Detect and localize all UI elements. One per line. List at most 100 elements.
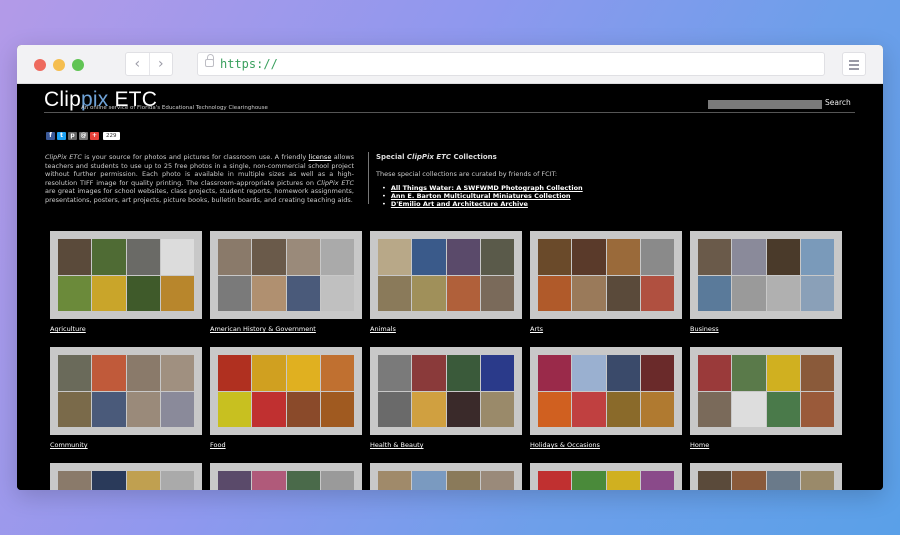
thumbnail-photo bbox=[218, 355, 252, 391]
category-tile[interactable]: Holidays & Occasions bbox=[530, 347, 682, 449]
category-thumbnail[interactable] bbox=[530, 347, 682, 435]
print-icon[interactable]: p bbox=[68, 132, 77, 140]
special-link-item[interactable]: Ann E. Barton Multicultural Miniatures C… bbox=[382, 192, 676, 200]
close-window-button[interactable] bbox=[34, 59, 46, 71]
category-tile[interactable] bbox=[370, 463, 522, 490]
category-tile[interactable]: Arts bbox=[530, 231, 682, 333]
thumbnail-photo bbox=[606, 239, 640, 275]
category-link[interactable]: Health & Beauty bbox=[370, 441, 522, 449]
twitter-icon[interactable]: t bbox=[57, 132, 66, 140]
thumbnail-photo bbox=[412, 355, 446, 391]
thumbnail-photo bbox=[92, 391, 126, 427]
thumbnail-photo bbox=[698, 355, 732, 391]
category-thumbnail[interactable] bbox=[210, 231, 362, 319]
category-link[interactable]: American History & Government bbox=[210, 325, 362, 333]
search-button[interactable]: Search bbox=[825, 98, 851, 107]
special-heading-post: Collections bbox=[451, 153, 497, 161]
category-link[interactable]: Business bbox=[690, 325, 842, 333]
category-tile[interactable] bbox=[530, 463, 682, 490]
category-tile[interactable]: American History & Government bbox=[210, 231, 362, 333]
facebook-icon[interactable]: f bbox=[46, 132, 55, 140]
thumbnail-photo bbox=[252, 275, 286, 311]
plus-share-icon[interactable]: + bbox=[90, 132, 99, 140]
category-thumbnail[interactable] bbox=[690, 463, 842, 490]
thumbnail-photo bbox=[446, 239, 480, 275]
nav-buttons: ‹ › bbox=[125, 52, 173, 76]
category-thumbnail[interactable] bbox=[370, 347, 522, 435]
email-icon[interactable]: @ bbox=[79, 132, 88, 140]
intro-brand: ClipPix ETC bbox=[45, 153, 82, 161]
special-link-barton[interactable]: Ann E. Barton Multicultural Miniatures C… bbox=[391, 192, 571, 200]
thumbnail-photo bbox=[58, 275, 92, 311]
license-link[interactable]: license bbox=[309, 153, 332, 161]
category-tile[interactable]: Agriculture bbox=[50, 231, 202, 333]
category-thumbnail[interactable] bbox=[50, 463, 202, 490]
thumbnail-photo bbox=[446, 355, 480, 391]
thumbnail-photo bbox=[800, 391, 834, 427]
category-link[interactable]: Arts bbox=[530, 325, 682, 333]
search-input[interactable] bbox=[708, 100, 822, 109]
category-link[interactable]: Agriculture bbox=[50, 325, 202, 333]
thumbnail-photo bbox=[218, 275, 252, 311]
thumbnail-photo bbox=[766, 239, 800, 275]
category-thumbnail[interactable] bbox=[530, 463, 682, 490]
category-link[interactable]: Home bbox=[690, 441, 842, 449]
category-thumbnail[interactable] bbox=[50, 231, 202, 319]
thumbnail-photo bbox=[92, 471, 126, 490]
thumbnail-photo bbox=[160, 471, 194, 490]
special-collections: Special ClipPix ETC Collections These sp… bbox=[376, 153, 676, 208]
thumbnail-photo bbox=[732, 239, 766, 275]
address-bar[interactable]: https:// bbox=[197, 52, 825, 76]
category-thumbnail[interactable] bbox=[50, 347, 202, 435]
category-thumbnail[interactable] bbox=[690, 231, 842, 319]
chevron-right-icon[interactable]: › bbox=[150, 53, 173, 75]
thumbnail-photo bbox=[698, 275, 732, 311]
category-tile[interactable]: Food bbox=[210, 347, 362, 449]
thumbnail-photo bbox=[252, 355, 286, 391]
chevron-left-icon[interactable]: ‹ bbox=[126, 53, 150, 75]
maximize-window-button[interactable] bbox=[72, 59, 84, 71]
category-thumbnail[interactable] bbox=[370, 231, 522, 319]
category-thumbnail[interactable] bbox=[210, 347, 362, 435]
category-tile[interactable]: Business bbox=[690, 231, 842, 333]
thumbnail-photo bbox=[252, 239, 286, 275]
category-tile[interactable]: Home bbox=[690, 347, 842, 449]
category-thumbnail[interactable] bbox=[210, 463, 362, 490]
special-heading-pre: Special bbox=[376, 153, 407, 161]
category-link[interactable]: Food bbox=[210, 441, 362, 449]
thumbnail-photo bbox=[378, 355, 412, 391]
browser-menu-button[interactable] bbox=[842, 52, 866, 76]
category-link[interactable]: Animals bbox=[370, 325, 522, 333]
special-link-water[interactable]: All Things Water: A SWFWMD Photograph Co… bbox=[391, 184, 583, 192]
thumbnail-photo bbox=[698, 471, 732, 490]
category-thumbnail[interactable] bbox=[370, 463, 522, 490]
special-link-item[interactable]: D'Emilio Art and Architecture Archive bbox=[382, 200, 676, 208]
thumbnail-photo bbox=[160, 355, 194, 391]
thumbnail-photo bbox=[572, 239, 606, 275]
special-link-demilio[interactable]: D'Emilio Art and Architecture Archive bbox=[391, 200, 528, 208]
category-tile[interactable] bbox=[690, 463, 842, 490]
category-link[interactable]: Community bbox=[50, 441, 202, 449]
thumbnail-photo bbox=[320, 239, 354, 275]
special-link-item[interactable]: All Things Water: A SWFWMD Photograph Co… bbox=[382, 184, 676, 192]
category-tile[interactable]: Animals bbox=[370, 231, 522, 333]
thumbnail-photo bbox=[320, 355, 354, 391]
category-tile[interactable]: Community bbox=[50, 347, 202, 449]
thumbnail-photo bbox=[126, 239, 160, 275]
category-tile[interactable] bbox=[210, 463, 362, 490]
category-tile[interactable]: Health & Beauty bbox=[370, 347, 522, 449]
thumbnail-photo bbox=[160, 275, 194, 311]
thumbnail-photo bbox=[606, 471, 640, 490]
minimize-window-button[interactable] bbox=[53, 59, 65, 71]
thumbnail-photo bbox=[480, 355, 514, 391]
category-thumbnail[interactable] bbox=[690, 347, 842, 435]
category-thumbnail[interactable] bbox=[530, 231, 682, 319]
thumbnail-photo bbox=[126, 355, 160, 391]
thumbnail-photo bbox=[160, 391, 194, 427]
thumbnail-photo bbox=[126, 391, 160, 427]
category-tile[interactable] bbox=[50, 463, 202, 490]
thumbnail-photo bbox=[446, 471, 480, 490]
thumbnail-photo bbox=[218, 471, 252, 490]
special-links: All Things Water: A SWFWMD Photograph Co… bbox=[376, 184, 676, 208]
category-link[interactable]: Holidays & Occasions bbox=[530, 441, 682, 449]
